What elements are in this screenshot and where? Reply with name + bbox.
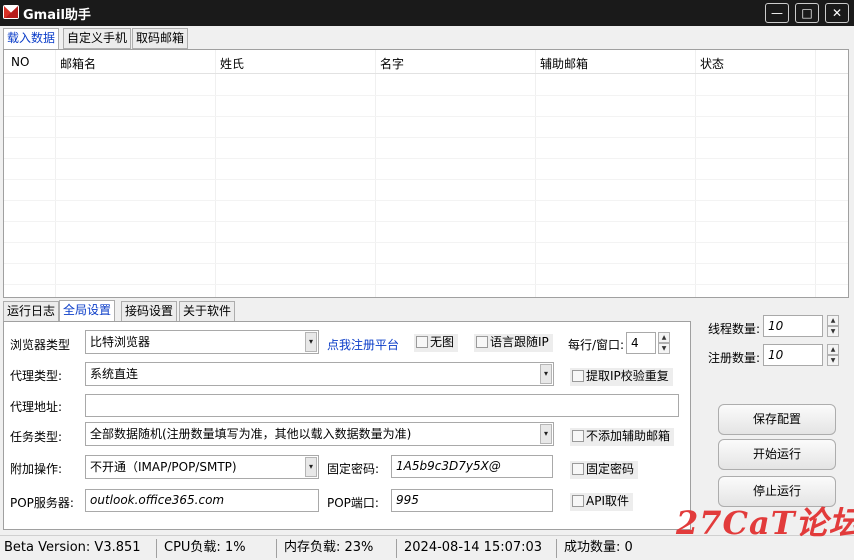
browser-type-select[interactable]: 比特浏览器 ▾ [85, 330, 319, 354]
per-window-label: 每行/窗口: [568, 338, 625, 352]
extract-ip-checkbox[interactable]: 提取IP校验重复 [570, 368, 673, 386]
task-type-value: 全部数据随机(注册数量填写为准，其他以载入数据数量为准) [90, 427, 412, 441]
tab-code-email[interactable]: 取码邮箱 [132, 28, 189, 49]
chevron-down-icon: ▾ [305, 457, 317, 477]
chevron-down-icon: ▾ [540, 364, 552, 384]
fixed-pwd-input[interactable]: 1A5b9c3D7y5X@ [391, 455, 553, 478]
checkbox-icon [572, 430, 584, 442]
pop-port-input[interactable]: 995 [391, 489, 553, 512]
watermark-logo: 27CaT论坛 [676, 504, 854, 542]
spin-down-icon[interactable]: ▼ [658, 343, 670, 354]
grid-header: NO 邮箱名 姓氏 名字 辅助邮箱 状态 [4, 50, 848, 74]
chevron-down-icon: ▾ [305, 332, 317, 352]
column-header-firstname[interactable]: 名字 [380, 55, 404, 72]
fixed-pwd-checkbox[interactable]: 固定密码 [570, 461, 639, 479]
start-run-button[interactable]: 开始运行 [718, 439, 836, 470]
window-title: Gmail助手 [23, 8, 91, 23]
pop-port-label: POP端口: [327, 496, 379, 510]
tab-global-settings[interactable]: 全局设置 [59, 300, 116, 322]
extra-op-select[interactable]: 不开通（IMAP/POP/SMTP) ▾ [85, 455, 319, 479]
tab-custom-phone[interactable]: 自定义手机 [63, 28, 132, 49]
status-version: Beta Version: V3.851 [4, 540, 141, 555]
register-count-value[interactable]: 10 [763, 344, 823, 366]
task-type-select[interactable]: 全部数据随机(注册数量填写为准，其他以载入数据数量为准) ▾ [85, 422, 554, 446]
task-type-label: 任务类型: [10, 430, 63, 444]
proxy-type-label: 代理类型: [10, 369, 63, 383]
tab-run-log[interactable]: 运行日志 [3, 301, 60, 322]
browser-type-label: 浏览器类型 [10, 338, 71, 352]
checkbox-icon [572, 495, 584, 507]
spin-up-icon[interactable]: ▲ [827, 315, 839, 326]
pop-server-label: POP服务器: [10, 496, 74, 510]
checkbox-icon [476, 336, 488, 348]
register-platform-link[interactable]: 点我注册平台 [327, 336, 399, 353]
per-window-stepper[interactable]: 4 ▲ ▼ [626, 332, 672, 354]
minimize-button[interactable]: — [765, 3, 789, 23]
status-time: 2024-08-14 15:07:03 [404, 540, 543, 555]
checkbox-icon [572, 370, 584, 382]
lang-follow-ip-checkbox[interactable]: 语言跟随IP [474, 334, 553, 352]
thread-count-value[interactable]: 10 [763, 315, 823, 337]
api-fetch-checkbox[interactable]: API取件 [570, 493, 633, 511]
proxy-addr-input[interactable] [85, 394, 679, 417]
per-window-value[interactable]: 4 [626, 332, 656, 354]
close-button[interactable]: ✕ [825, 3, 849, 23]
thread-count-stepper[interactable]: 10 ▲ ▼ [763, 315, 841, 337]
checkbox-icon [572, 463, 584, 475]
no-image-checkbox[interactable]: 无图 [414, 334, 459, 352]
column-header-status[interactable]: 状态 [700, 55, 724, 72]
pop-server-input[interactable]: outlook.office365.com [85, 489, 319, 512]
tab-code-settings[interactable]: 接码设置 [121, 301, 178, 322]
spin-up-icon[interactable]: ▲ [658, 332, 670, 343]
no-aux-email-checkbox[interactable]: 不添加辅助邮箱 [570, 428, 675, 446]
thread-count-label: 线程数量: [708, 322, 761, 336]
title-bar: Gmail助手 — □ ✕ [0, 0, 854, 26]
status-cpu: CPU负载: 1% [164, 540, 246, 555]
register-count-label: 注册数量: [708, 351, 761, 365]
column-header-lastname[interactable]: 姓氏 [220, 55, 244, 72]
checkbox-icon [416, 336, 428, 348]
maximize-button[interactable]: □ [795, 3, 819, 23]
browser-type-value: 比特浏览器 [90, 335, 151, 349]
extra-op-value: 不开通（IMAP/POP/SMTP) [90, 460, 237, 474]
proxy-addr-label: 代理地址: [10, 400, 63, 414]
column-header-email[interactable]: 邮箱名 [60, 55, 96, 72]
data-grid[interactable]: NO 邮箱名 姓氏 名字 辅助邮箱 状态 [3, 49, 849, 298]
proxy-type-value: 系统直连 [90, 367, 139, 381]
register-count-stepper[interactable]: 10 ▲ ▼ [763, 344, 841, 366]
status-success-count: 成功数量: 0 [564, 540, 633, 555]
column-header-aux-email[interactable]: 辅助邮箱 [540, 55, 588, 72]
chevron-down-icon: ▾ [540, 424, 552, 444]
column-header-no[interactable]: NO [11, 55, 29, 69]
proxy-type-select[interactable]: 系统直连 ▾ [85, 362, 554, 386]
spin-up-icon[interactable]: ▲ [827, 344, 839, 355]
gmail-icon [3, 5, 19, 19]
fixed-pwd-label: 固定密码: [327, 462, 380, 476]
tab-load-data[interactable]: 载入数据 [3, 28, 60, 50]
tab-about[interactable]: 关于软件 [179, 301, 236, 322]
spin-down-icon[interactable]: ▼ [827, 355, 839, 366]
spin-down-icon[interactable]: ▼ [827, 326, 839, 337]
save-config-button[interactable]: 保存配置 [718, 404, 836, 435]
status-memory: 内存负载: 23% [284, 540, 374, 555]
extra-op-label: 附加操作: [10, 462, 63, 476]
